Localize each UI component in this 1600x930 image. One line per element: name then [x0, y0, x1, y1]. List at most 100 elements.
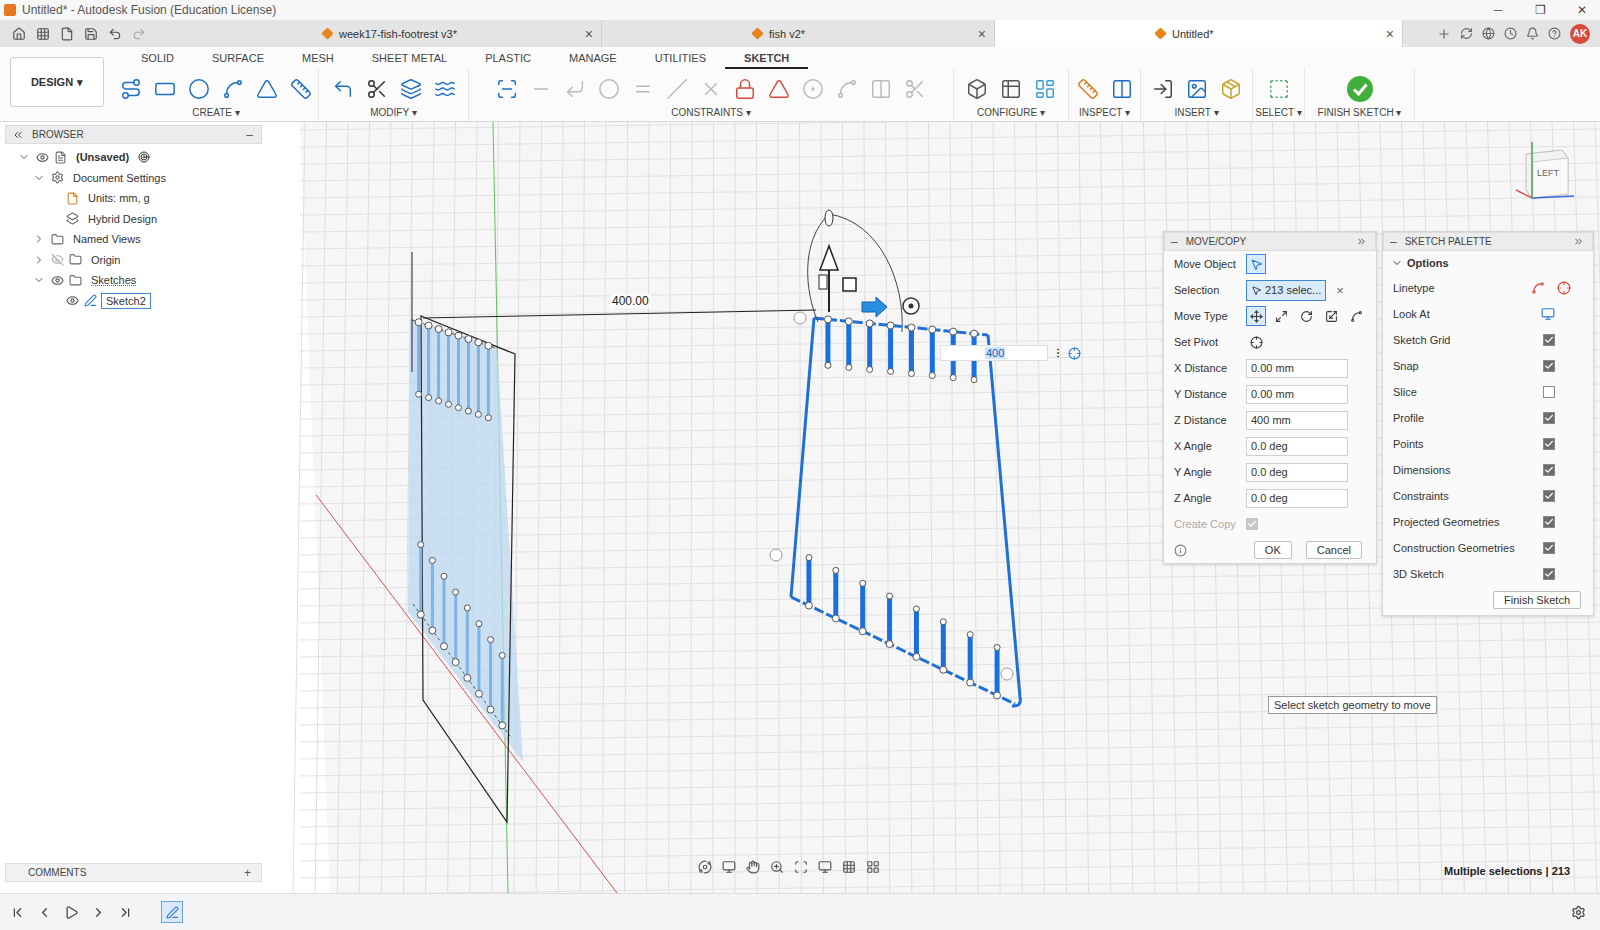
eye-icon[interactable]: [36, 151, 49, 164]
grid-settings-icon[interactable]: [842, 860, 856, 874]
tangent-icon[interactable]: [666, 78, 688, 100]
extensions-icon[interactable]: [1482, 27, 1495, 40]
browser-item-label[interactable]: Named Views: [68, 231, 146, 247]
smooth-icon[interactable]: [836, 78, 858, 100]
option-checkbox[interactable]: [1543, 542, 1555, 554]
option-checkbox[interactable]: [1543, 516, 1555, 528]
ribbon-tab[interactable]: UTILITIES: [636, 52, 725, 69]
eye-icon[interactable]: [51, 274, 64, 287]
close-tab[interactable]: ×: [585, 26, 593, 42]
ribbon-group-label[interactable]: MODIFY ▾: [370, 107, 417, 118]
inspect-icon[interactable]: [1111, 78, 1133, 100]
ribbon-group-label[interactable]: SELECT ▾: [1255, 107, 1302, 118]
move-type-button[interactable]: [1321, 306, 1341, 326]
expand-icon[interactable]: [33, 172, 45, 184]
document-tab[interactable]: Untitled*×: [995, 20, 1403, 47]
browser-item-label[interactable]: Document Settings: [68, 170, 171, 186]
home-icon[interactable]: [12, 27, 26, 41]
option-checkbox[interactable]: [1543, 360, 1555, 372]
concentric-icon[interactable]: [598, 78, 620, 100]
orbit-icon[interactable]: [698, 860, 712, 874]
mcmaster-icon[interactable]: [1220, 78, 1242, 100]
option-checkbox[interactable]: [1543, 568, 1555, 580]
comments-bar[interactable]: COMMENTS+: [5, 863, 262, 882]
ribbon-group-label[interactable]: INSPECT ▾: [1079, 107, 1130, 118]
construction-linetype-icon[interactable]: [1531, 281, 1545, 295]
play-icon[interactable]: [64, 905, 79, 920]
expand-icon[interactable]: [33, 274, 45, 286]
fit-icon[interactable]: [794, 860, 808, 874]
browser-item-label[interactable]: (Unsaved): [71, 149, 134, 165]
configure-icon[interactable]: [966, 78, 988, 100]
mirror-icon[interactable]: [256, 78, 278, 100]
trim-icon[interactable]: [366, 78, 388, 100]
move-type-button[interactable]: [1246, 306, 1266, 326]
collinear-icon[interactable]: [530, 78, 552, 100]
info-icon[interactable]: [1174, 544, 1187, 557]
finish-sketch-button[interactable]: Finish Sketch: [1493, 591, 1581, 609]
close-tab[interactable]: ×: [1386, 26, 1394, 42]
value-field[interactable]: 0.0 deg: [1246, 489, 1348, 508]
window-control[interactable]: ❐: [1522, 3, 1558, 17]
ribbon-group-label[interactable]: INSERT ▾: [1174, 107, 1218, 118]
perpendicular-icon[interactable]: [564, 78, 586, 100]
expand-icon[interactable]: [33, 233, 45, 245]
ribbon-group-label[interactable]: CONSTRAINTS ▾: [671, 107, 750, 118]
undo-icon[interactable]: [108, 27, 122, 41]
select-icon[interactable]: [1268, 78, 1290, 100]
midpoint-icon[interactable]: [700, 78, 722, 100]
ribbon-group-label[interactable]: CREATE ▾: [192, 107, 240, 118]
expand-icon[interactable]: [18, 151, 30, 163]
curvature-icon[interactable]: [904, 78, 926, 100]
new-tab-icon[interactable]: [1437, 27, 1451, 41]
ribbon-group-label[interactable]: CONFIGURE ▾: [977, 107, 1045, 118]
option-checkbox[interactable]: [1543, 438, 1555, 450]
document-tab[interactable]: week17-fish-footrest v3*×: [306, 20, 602, 47]
pan-icon[interactable]: [746, 860, 760, 874]
coincident-icon[interactable]: [496, 78, 518, 100]
browser-item-label[interactable]: Sketch2: [101, 293, 151, 309]
view-cube-label[interactable]: LEFT: [1537, 168, 1559, 178]
constraint-warning-icon[interactable]: [768, 78, 790, 100]
browser-item[interactable]: Sketches: [5, 270, 262, 291]
browser-collapse[interactable]: –: [246, 128, 253, 142]
sync-icon[interactable]: [1460, 27, 1473, 40]
viewports-icon[interactable]: [866, 860, 880, 874]
option-checkbox[interactable]: [1543, 334, 1555, 346]
centerline-linetype-icon[interactable]: [1557, 281, 1571, 295]
browser-item-label[interactable]: Sketches: [86, 272, 141, 288]
browser-item[interactable]: Hybrid Design: [5, 209, 262, 230]
workspace-switcher[interactable]: DESIGN▾: [10, 57, 104, 107]
value-field[interactable]: 0.0 deg: [1246, 463, 1348, 482]
viewport[interactable]: 400.00400LEFTBROWSER–(Unsaved)Document S…: [0, 122, 1600, 893]
browser-item[interactable]: Sketch2: [5, 291, 262, 312]
eye-icon[interactable]: [66, 294, 79, 307]
gear-icon[interactable]: [1571, 905, 1586, 920]
value-field[interactable]: 0.0 deg: [1246, 437, 1348, 456]
view-cube[interactable]: LEFT: [1512, 140, 1578, 210]
value-field[interactable]: 0.00 mm: [1246, 385, 1348, 404]
browser-item-label[interactable]: Units: mm, g: [83, 190, 155, 206]
move-copy-collapse[interactable]: –: [1171, 235, 1178, 249]
step-back-icon[interactable]: [37, 905, 52, 920]
ribbon-tab[interactable]: SHEET METAL: [353, 52, 466, 69]
browser-item-label[interactable]: Origin: [86, 252, 125, 268]
ribbon-tab[interactable]: SURFACE: [193, 52, 283, 69]
help-icon[interactable]: [1548, 27, 1561, 40]
job-status-icon[interactable]: [1504, 27, 1517, 40]
save-icon[interactable]: [84, 27, 98, 41]
go-to-start-icon[interactable]: [10, 905, 25, 920]
browser-item[interactable]: Named Views: [5, 229, 262, 250]
circle-icon[interactable]: [188, 78, 210, 100]
set-pivot-button[interactable]: [1246, 332, 1266, 352]
window-control[interactable]: ✕: [1564, 3, 1600, 17]
dimension-label[interactable]: 400.00: [610, 294, 651, 308]
account-avatar[interactable]: AK: [1570, 24, 1590, 44]
ribbon-tab[interactable]: PLASTIC: [466, 52, 550, 69]
browser-item[interactable]: Units: mm, g: [5, 188, 262, 209]
measure-icon[interactable]: [1077, 78, 1099, 100]
offset-icon[interactable]: [400, 78, 422, 100]
timeline-sketch-item[interactable]: [161, 901, 183, 923]
options-section[interactable]: Options: [1383, 251, 1593, 275]
canvas-image-icon[interactable]: [1186, 78, 1208, 100]
